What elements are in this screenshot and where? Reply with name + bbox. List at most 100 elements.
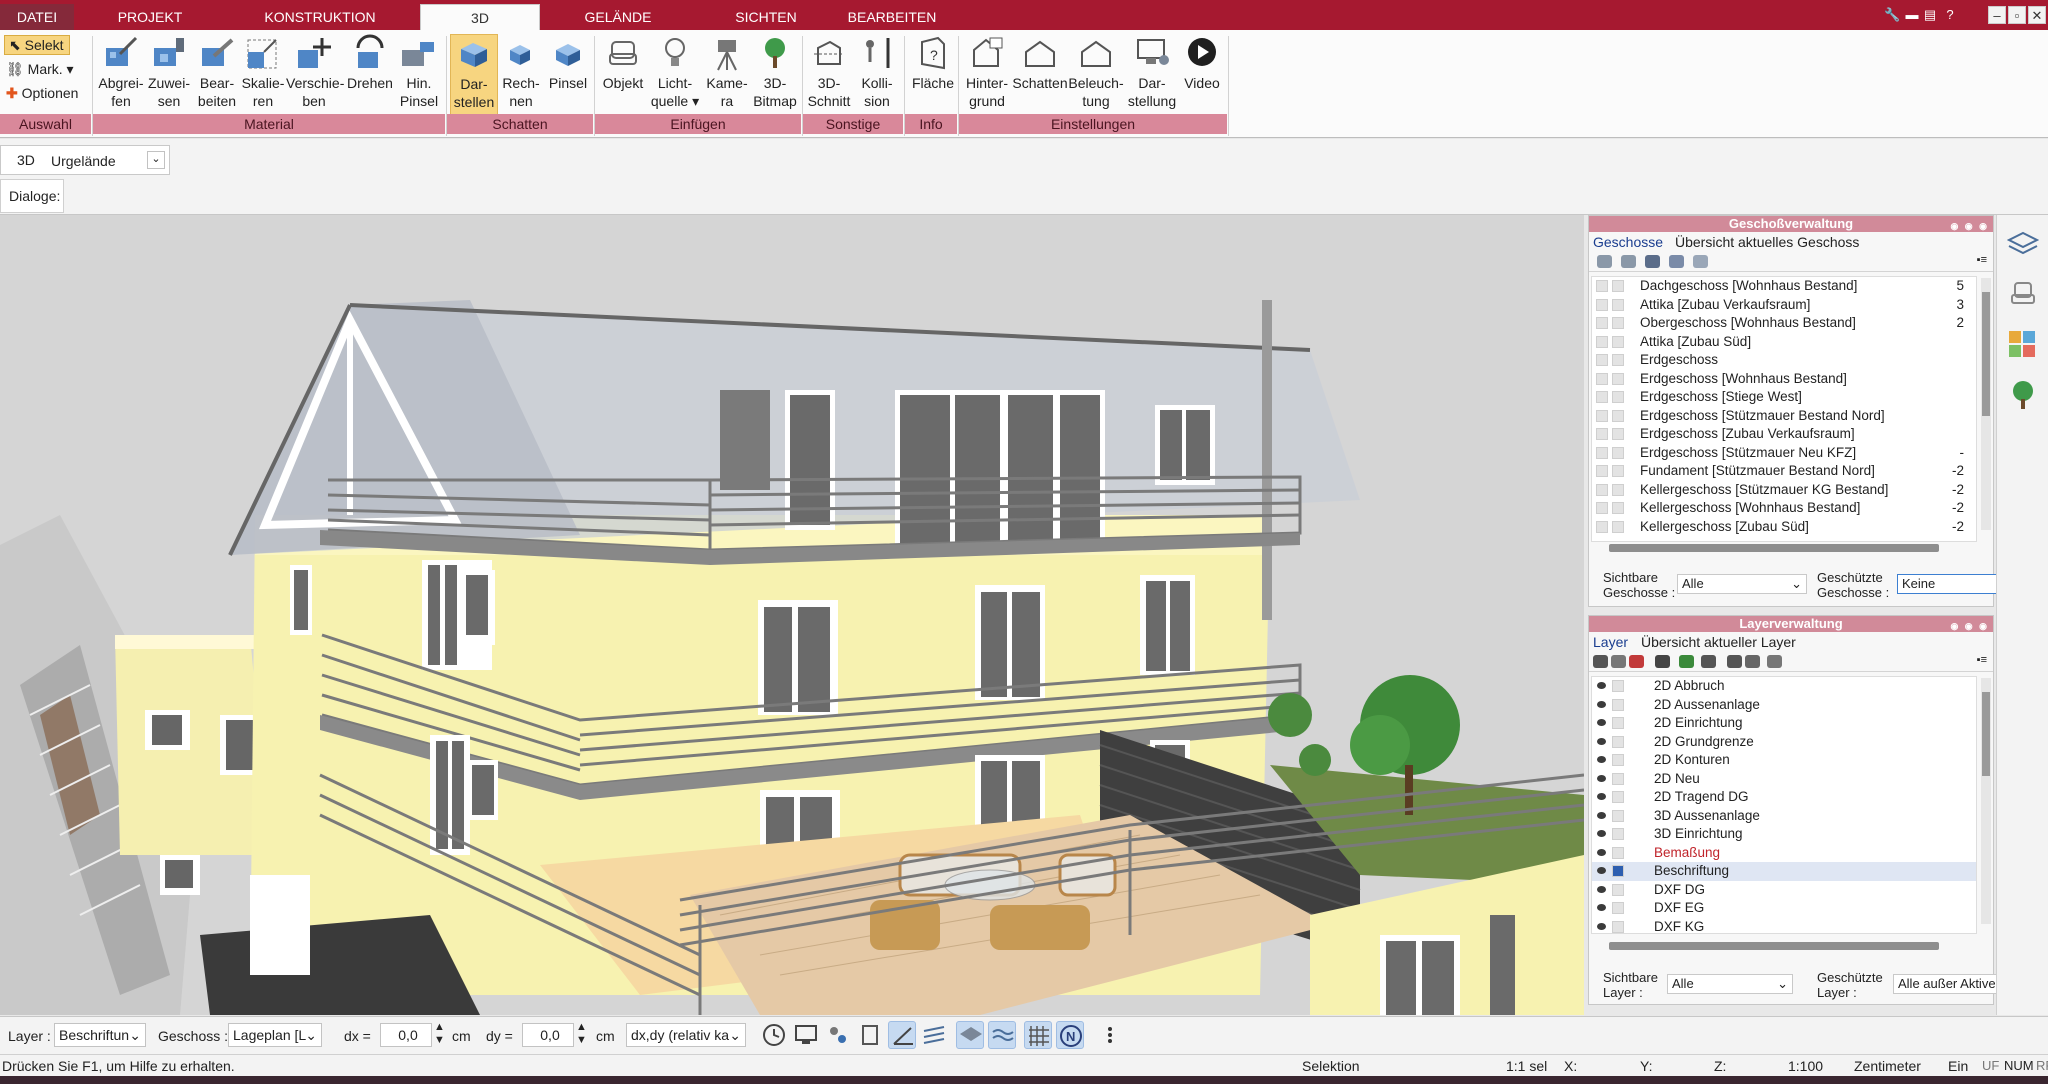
layer-lock-icon[interactable]	[1611, 655, 1626, 668]
select-button[interactable]: ⬉ Selekt	[4, 35, 70, 55]
tab-layer[interactable]: Layer	[1593, 634, 1628, 650]
list-item[interactable]: 3D Einrichtung	[1592, 825, 1976, 844]
rotate-button[interactable]: Drehen	[344, 34, 396, 116]
chevron-down-icon[interactable]: ⌄	[147, 151, 165, 169]
list-item[interactable]: DXF EG	[1592, 899, 1976, 918]
layer-green-icon[interactable]	[1679, 655, 1694, 668]
layer-select[interactable]: Beschriftun ⌄	[54, 1023, 146, 1047]
list-item[interactable]: 2D Abbruch	[1592, 677, 1976, 696]
monitor-icon[interactable]	[792, 1021, 820, 1049]
list-item[interactable]: Bemaßung	[1592, 844, 1976, 863]
floor-edit-icon[interactable]	[1669, 255, 1684, 268]
list-item[interactable]: 2D Grundgrenze	[1592, 733, 1976, 752]
layer-list-scrollbar[interactable]	[1981, 678, 1991, 924]
dx-input[interactable]: 0,0	[380, 1023, 432, 1047]
panel-menu-icon[interactable]: ▪≡	[1977, 654, 1987, 666]
grid-icon[interactable]	[1024, 1021, 1052, 1049]
list-item[interactable]: 2D Tragend DG	[1592, 788, 1976, 807]
visible-layers-select[interactable]: Alle ⌄	[1667, 974, 1793, 994]
more-options-icon[interactable]	[1096, 1021, 1124, 1049]
move-button[interactable]: Verschie- ben	[286, 34, 344, 116]
list-item[interactable]: Attika [Zubau Verkaufsraum] 3	[1592, 296, 1976, 315]
list-item[interactable]: Fundament [Stützmauer Bestand Nord] -2	[1592, 462, 1976, 481]
floor-list-hscrollbar[interactable]	[1609, 544, 1939, 552]
dx-stepper[interactable]: ▲ ▼	[434, 1021, 445, 1047]
3d-viewport[interactable]	[0, 215, 1584, 1015]
list-item[interactable]: Attika [Zubau Süd]	[1592, 333, 1976, 352]
snap-icon[interactable]	[824, 1021, 852, 1049]
tab-konstruktion[interactable]: KONSTRUKTION	[250, 4, 390, 30]
clock-icon[interactable]	[760, 1021, 788, 1049]
list-item[interactable]: Obergeschoss [Wohnhaus Bestand] 2	[1592, 314, 1976, 333]
shadow-brush-button[interactable]: Pinsel	[546, 34, 590, 116]
shadow-settings-button[interactable]: Schatten	[1012, 34, 1068, 116]
area-button[interactable]: ? Fläche	[908, 34, 958, 116]
close-icon[interactable]: ✕	[2028, 6, 2046, 24]
layer-filter-icon[interactable]	[1767, 655, 1782, 668]
eyedropper-button[interactable]: Abgrei- fen	[96, 34, 146, 116]
section-3d-button[interactable]: 3D- Schnitt	[806, 34, 852, 116]
floor-icon[interactable]	[1597, 255, 1612, 268]
tools-icon[interactable]: 🔧	[1884, 6, 1900, 24]
list-item[interactable]: 3D Aussenanlage	[1592, 807, 1976, 826]
tab-projekt[interactable]: PROJEKT	[92, 4, 208, 30]
floor-list-scrollbar[interactable]	[1981, 278, 1991, 530]
layers-icon[interactable]	[2007, 229, 2039, 261]
display-settings-button[interactable]: Dar- stellung	[1124, 34, 1180, 116]
light-source-button[interactable]: Licht- quelle ▾	[650, 34, 700, 116]
list-item[interactable]: 2D Konturen	[1592, 751, 1976, 770]
floor-delete-icon[interactable]	[1693, 255, 1708, 268]
tab-current-layer-overview[interactable]: Übersicht aktueller Layer	[1641, 634, 1796, 650]
shadow-calc-button[interactable]: Rech- nen	[500, 34, 542, 116]
camera-button[interactable]: Kame- ra	[702, 34, 752, 116]
object-button[interactable]: Objekt	[598, 34, 648, 116]
floor-select[interactable]: Lageplan [L ⌄	[228, 1023, 322, 1047]
mark-button[interactable]: ⛓ Mark. ▾	[6, 60, 74, 78]
layer-add-icon[interactable]	[1655, 655, 1670, 668]
layer-copy-icon[interactable]	[1701, 655, 1716, 668]
layout-icon[interactable]: ▤	[1922, 6, 1938, 24]
restore-icon[interactable]: ▫	[2008, 6, 2026, 24]
tab-datei[interactable]: DATEI	[0, 4, 74, 30]
protected-layers-input[interactable]: Alle außer Aktiver	[1893, 974, 1997, 994]
panel-menu-icon[interactable]: ▪≡	[1977, 254, 1987, 266]
layer-delete-icon[interactable]	[1629, 655, 1644, 668]
layer-eye-icon[interactable]	[1593, 655, 1608, 668]
coordinate-mode-select[interactable]: dx,dy (relativ ka ⌄	[626, 1023, 746, 1047]
tab-bearbeiten[interactable]: BEARBEITEN	[840, 4, 944, 30]
help-icon[interactable]: ?	[1942, 6, 1958, 24]
dy-stepper[interactable]: ▲ ▼	[576, 1021, 587, 1047]
lighting-button[interactable]: Beleuch- tung	[1068, 34, 1124, 116]
list-item[interactable]: Erdgeschoss	[1592, 351, 1976, 370]
tab-current-floor-overview[interactable]: Übersicht aktuelles Geschoss	[1675, 234, 1859, 250]
hatch-icon[interactable]	[920, 1021, 948, 1049]
window-icon[interactable]: ▬	[1904, 6, 1920, 24]
list-item[interactable]: Erdgeschoss [Zubau Verkaufsraum]	[1592, 425, 1976, 444]
view-selector[interactable]: 3D Urgelände ⌄	[0, 145, 170, 175]
list-item[interactable]: Erdgeschoss [Wohnhaus Bestand]	[1592, 370, 1976, 389]
list-item[interactable]: 2D Aussenanlage	[1592, 696, 1976, 715]
angle-icon[interactable]	[888, 1021, 916, 1049]
layer-edit-icon[interactable]	[1727, 655, 1742, 668]
video-button[interactable]: Video	[1180, 34, 1224, 116]
tab-sichten[interactable]: SICHTEN	[718, 4, 814, 30]
plants-icon[interactable]	[2007, 379, 2039, 411]
list-item[interactable]: Erdgeschoss [Stützmauer Bestand Nord]	[1592, 407, 1976, 426]
list-item[interactable]: Dachgeschoss [Wohnhaus Bestand] 5	[1592, 277, 1976, 296]
list-item[interactable]: Erdgeschoss [Stützmauer Neu KFZ] -	[1592, 444, 1976, 463]
north-icon[interactable]: N	[1056, 1021, 1084, 1049]
visible-floors-select[interactable]: Alle ⌄	[1677, 574, 1807, 594]
layer-props-icon[interactable]	[1745, 655, 1760, 668]
clipboard-icon[interactable]	[856, 1021, 884, 1049]
materials-icon[interactable]	[2007, 329, 2039, 361]
options-button[interactable]: ✚ Optionen	[6, 84, 78, 102]
layer-list-hscrollbar[interactable]	[1609, 942, 1939, 950]
list-item[interactable]: DXF KG	[1592, 918, 1976, 933]
dy-input[interactable]: 0,0	[522, 1023, 574, 1047]
list-item[interactable]: DXF DG	[1592, 881, 1976, 900]
tab-3d[interactable]: 3D	[420, 4, 540, 30]
minimize-icon[interactable]: –	[1988, 6, 2006, 24]
scale-button[interactable]: Skalie- ren	[240, 34, 286, 116]
layer-stack-icon[interactable]	[956, 1021, 984, 1049]
assign-material-button[interactable]: Zuwei- sen	[144, 34, 194, 116]
